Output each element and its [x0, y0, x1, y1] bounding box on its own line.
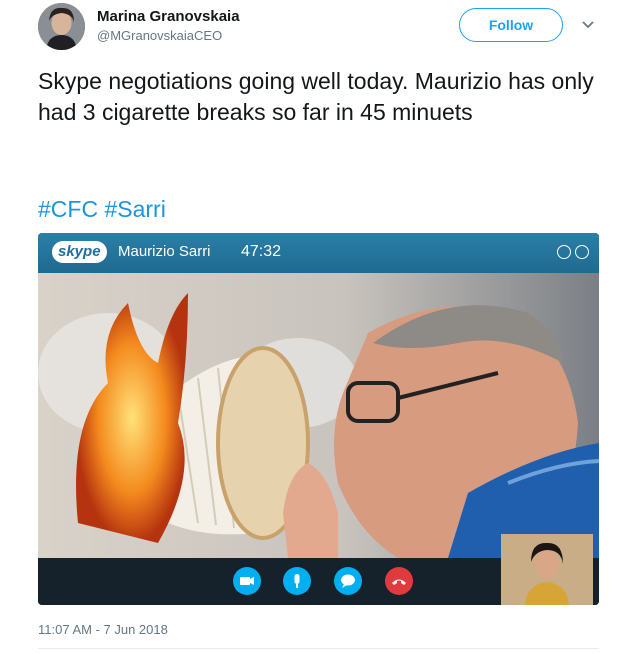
tweet-media-image[interactable]: skype Maurizio Sarri 47:32 — [38, 233, 599, 605]
chevron-down-icon[interactable] — [580, 16, 596, 32]
minimize-icon — [557, 245, 571, 259]
tweet-hashtags: #CFC #Sarri — [38, 194, 166, 225]
skype-title-bar: skype Maurizio Sarri 47:32 — [38, 233, 599, 273]
follow-button[interactable]: Follow — [459, 8, 563, 42]
chat-icon[interactable] — [334, 567, 362, 595]
tweet-text: Skype negotiations going well today. Mau… — [38, 68, 594, 125]
self-view-thumbnail — [501, 534, 593, 605]
expand-icon — [575, 245, 589, 259]
caller-name: Maurizio Sarri — [118, 243, 211, 260]
call-timer: 47:32 — [241, 243, 282, 260]
hashtag-cfc[interactable]: #CFC — [38, 196, 98, 222]
divider — [38, 648, 599, 649]
tweet-timestamp[interactable]: 11:07 AM - 7 Jun 2018 — [38, 622, 168, 637]
avatar-image — [38, 3, 85, 50]
video-icon[interactable] — [233, 567, 261, 595]
mic-icon[interactable] — [283, 567, 311, 595]
skype-logo: skype — [52, 241, 107, 263]
hashtag-sarri[interactable]: #Sarri — [104, 196, 165, 222]
author-avatar[interactable] — [38, 3, 85, 50]
author-name[interactable]: Marina Granovskaia — [97, 8, 240, 25]
video-frame — [38, 273, 599, 558]
hangup-icon[interactable] — [385, 567, 413, 595]
author-handle[interactable]: @MGranovskaiaCEO — [97, 28, 222, 43]
